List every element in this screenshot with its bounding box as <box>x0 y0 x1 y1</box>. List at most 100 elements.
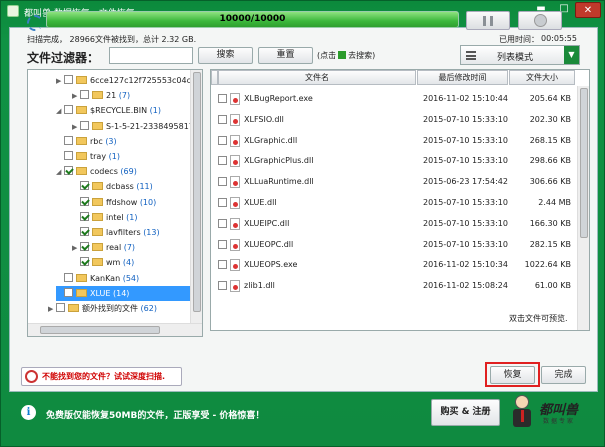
table-row[interactable]: XLGraphic.dll 2015-07-10 15:33:10 268.15 K… <box>211 131 577 151</box>
tree-item[interactable]: XLUE (14) <box>56 285 190 301</box>
tree-scroll-thumb[interactable] <box>193 72 201 312</box>
table-row[interactable]: XLBugReport.exe 2016-11-02 15:10:44 205.64… <box>211 89 577 109</box>
mascot-logo <box>510 395 536 429</box>
tree-item[interactable]: ◢ $RECYCLE.BIN (1) <box>56 103 190 118</box>
file-filter-input[interactable] <box>109 47 193 64</box>
tree-checkbox[interactable] <box>80 257 89 267</box>
tree-item[interactable]: ▶ S-1-5-21-2338495817-32 <box>72 119 202 135</box>
file-date: 2015-07-10 15:33:10 <box>423 114 508 124</box>
tree-item[interactable]: ▶ 额外找到的文件 (62) <box>48 301 190 316</box>
tree-vertical-scrollbar[interactable] <box>190 70 202 323</box>
tree-item-label: wm <box>106 258 121 268</box>
file-list[interactable]: 文件名 最后修改时间 文件大小 XLBugReport.exe 2016-11-0… <box>210 69 590 331</box>
file-checkbox[interactable] <box>218 114 227 124</box>
column-header-name[interactable]: 文件名 <box>218 70 416 85</box>
tree-checkbox[interactable] <box>56 303 65 312</box>
file-size: 2.44 MB <box>538 198 571 207</box>
info-icon: i <box>21 405 36 420</box>
tree-item[interactable]: ▶ real (7) <box>72 240 190 255</box>
tree-item[interactable]: rbc (3) <box>56 134 190 149</box>
chevron-down-icon[interactable]: ▼ <box>564 46 579 64</box>
tree-checkbox[interactable] <box>80 120 89 130</box>
expand-toggle-icon[interactable]: ◢ <box>56 165 64 180</box>
tree-checkbox[interactable] <box>80 227 89 236</box>
file-date: 2016-11-02 15:10:34 <box>423 260 508 270</box>
file-checkbox[interactable] <box>218 156 227 166</box>
expand-toggle-icon[interactable]: ◢ <box>56 104 64 119</box>
expand-toggle-icon[interactable]: ▶ <box>72 120 80 135</box>
view-mode-select[interactable]: 列表模式 ▼ <box>460 45 580 65</box>
green-bar-icon <box>338 51 347 59</box>
tree-checkbox[interactable] <box>64 287 73 297</box>
recover-button[interactable]: 恢复 <box>490 366 535 384</box>
tree-hscroll-thumb[interactable] <box>40 326 160 334</box>
table-row[interactable]: XLUEIPC.dll 2015-07-10 15:33:10 166.30 KB <box>211 214 577 234</box>
finish-button[interactable]: 完成 <box>541 366 586 384</box>
tree-item-count: (1) <box>108 152 120 161</box>
folder-tree[interactable]: ▶ 6cce127c12f725553c04cbc2 ▶ 21 (7) ◢ $RECYC… <box>27 69 203 337</box>
file-checkbox[interactable] <box>218 260 227 270</box>
tree-item[interactable]: tray (1) <box>56 149 190 164</box>
tree-item[interactable]: wm (4) <box>72 255 190 270</box>
buy-register-button[interactable]: 购买 & 注册 <box>431 399 500 426</box>
table-row[interactable]: XLLuaRuntime.dll 2015-06-23 17:54:42 306.6… <box>211 172 577 192</box>
expand-toggle-icon[interactable]: ▶ <box>72 89 80 104</box>
search-button[interactable]: 搜索 <box>198 47 253 64</box>
deep-scan-link[interactable]: 不能找到您的文件？试试深度扫描. <box>21 367 182 386</box>
tree-checkbox[interactable] <box>64 105 73 115</box>
tree-item[interactable]: dcbass (11) <box>72 179 190 194</box>
tree-item[interactable]: lavfilters (13) <box>72 225 190 240</box>
file-checkbox[interactable] <box>218 94 227 103</box>
tree-checkbox[interactable] <box>80 196 89 206</box>
column-header-date[interactable]: 最后修改时间 <box>417 70 508 85</box>
file-checkbox[interactable] <box>218 218 227 228</box>
table-row[interactable]: XLUEOPS.exe 2016-11-02 15:10:34 1022.64 KB <box>211 255 577 275</box>
close-button[interactable]: ✕ <box>575 2 601 18</box>
file-date: 2015-07-10 15:33:10 <box>423 135 508 145</box>
file-checkbox[interactable] <box>218 198 227 207</box>
tree-item[interactable]: KanKan (54) <box>56 271 190 286</box>
files-vertical-scrollbar[interactable] <box>577 86 589 330</box>
mascot-head <box>515 395 529 409</box>
file-checkbox[interactable] <box>218 281 227 291</box>
tree-checkbox[interactable] <box>64 272 73 282</box>
expand-toggle-icon[interactable]: ▶ <box>72 241 80 256</box>
tree-item[interactable]: ffdshow (10) <box>72 195 190 210</box>
file-checkbox[interactable] <box>218 177 227 187</box>
pause-button[interactable] <box>466 11 510 30</box>
tree-horizontal-scrollbar[interactable] <box>28 323 202 336</box>
file-checkbox[interactable] <box>218 239 227 249</box>
file-checkbox[interactable] <box>218 135 227 145</box>
file-size: 166.30 KB <box>529 218 571 228</box>
tree-item[interactable]: ▶ 21 (7) <box>72 88 190 103</box>
file-size: 205.64 KB <box>529 94 571 103</box>
tree-item-label: real <box>106 243 122 253</box>
tree-checkbox[interactable] <box>64 166 73 176</box>
file-icon <box>230 259 240 272</box>
tree-item[interactable]: intel (1) <box>72 210 190 225</box>
column-header-size[interactable]: 文件大小 <box>509 70 575 85</box>
tree-checkbox[interactable] <box>64 151 73 160</box>
tree-checkbox[interactable] <box>80 242 89 252</box>
tree-item[interactable]: ◢ codecs (69) <box>56 164 190 179</box>
table-row[interactable]: XLUEOPC.dll 2015-07-10 15:33:10 282.15 KB <box>211 235 577 255</box>
tree-checkbox[interactable] <box>80 211 89 221</box>
table-row[interactable]: zlib1.dll 2016-11-02 15:08:24 61.00 KB <box>211 276 577 296</box>
expand-toggle-icon[interactable]: ▶ <box>56 74 64 89</box>
table-row[interactable]: XLFSIO.dll 2015-07-10 15:33:10 202.30 KB <box>211 110 577 130</box>
expand-toggle-icon[interactable]: ▶ <box>48 302 56 317</box>
preview-hint: 双击文件可预览. <box>509 314 568 323</box>
file-date: 2015-07-10 15:33:10 <box>423 239 508 249</box>
tree-checkbox[interactable] <box>64 75 73 84</box>
tree-item[interactable]: ▶ 6cce127c12f725553c04cbc2 <box>56 73 202 89</box>
tree-checkbox[interactable] <box>80 90 89 100</box>
tree-checkbox[interactable] <box>64 135 73 145</box>
table-row[interactable]: XLUE.dll 2015-07-10 15:33:10 2.44 MB <box>211 193 577 213</box>
tree-checkbox[interactable] <box>80 181 89 191</box>
table-row[interactable]: XLGraphicPlus.dll 2015-07-10 15:33:10 298.… <box>211 151 577 171</box>
stop-button[interactable] <box>518 11 562 30</box>
files-scroll-thumb[interactable] <box>580 88 588 238</box>
tree-item-label: intel <box>106 212 124 222</box>
reset-button[interactable]: 重置 <box>258 47 313 64</box>
file-size: 202.30 KB <box>529 114 571 124</box>
